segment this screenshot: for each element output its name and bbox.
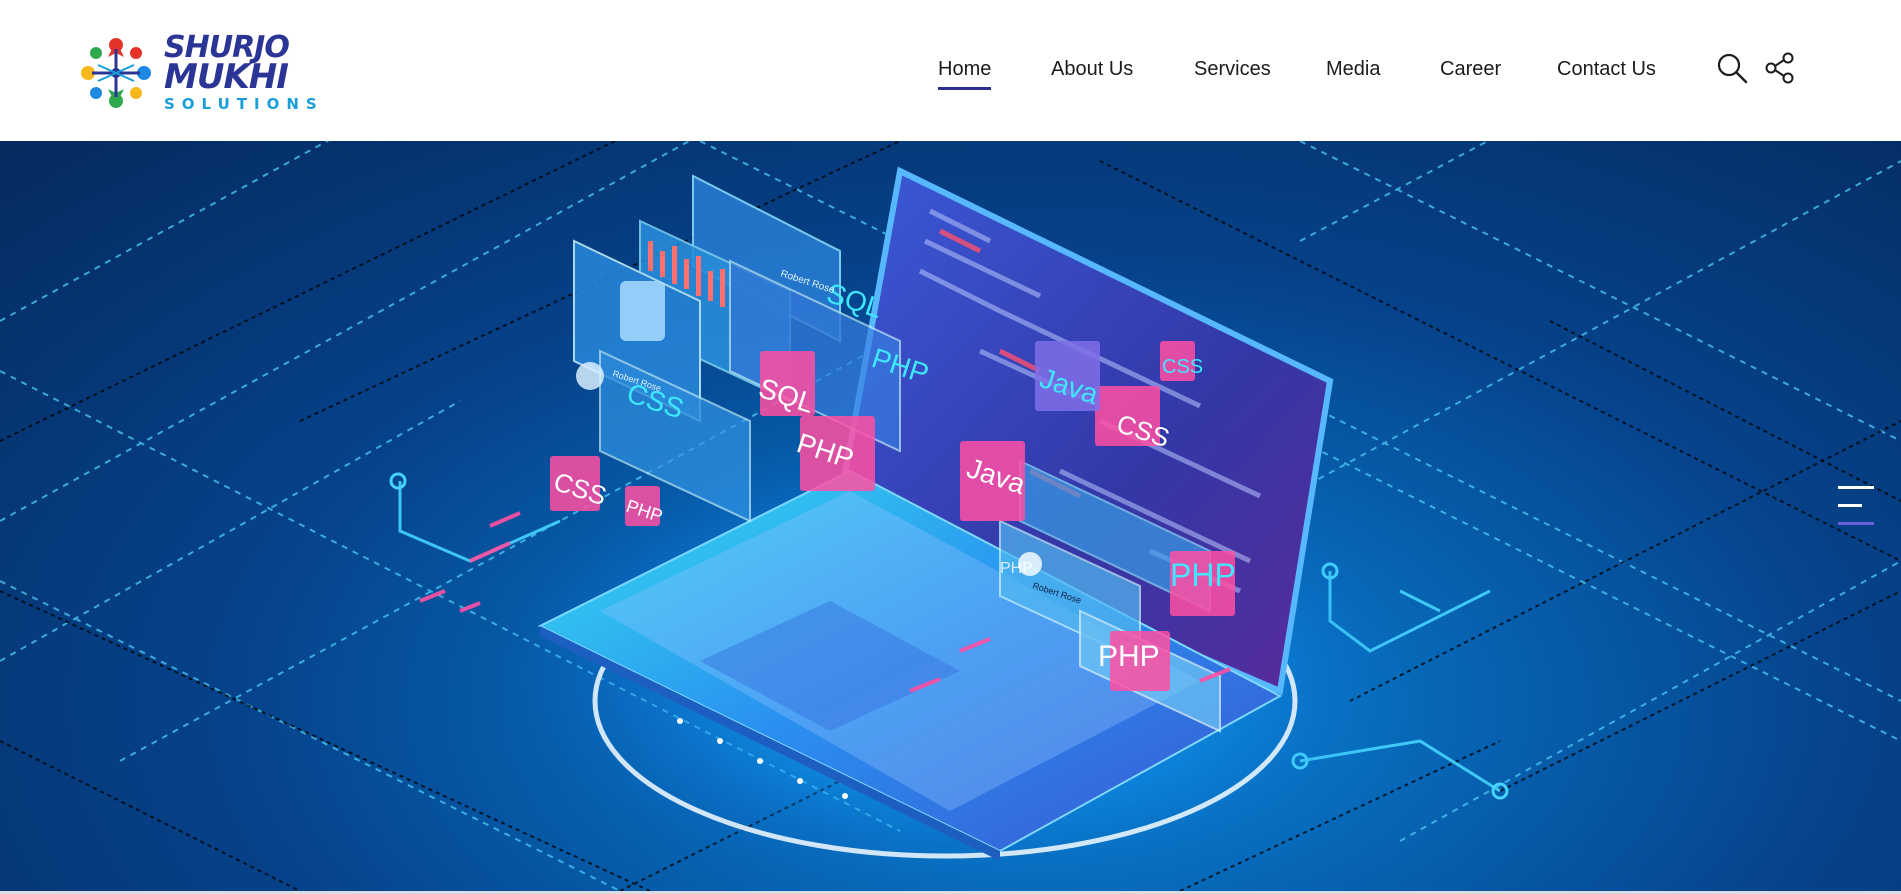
tag-css-1: CSS [1162, 356, 1203, 378]
hero-illustration: SQL PHP Java CSS CSS SQL CSS PHP PHP PHP… [0, 141, 1901, 891]
hamburger-line-1 [1838, 486, 1874, 489]
nav-contact-us[interactable]: Contact Us [1557, 58, 1656, 81]
hamburger-line-3 [1838, 522, 1874, 525]
logo-wordmark: SHURJO MUKHI SOLUTIONS [164, 33, 324, 114]
search-icon[interactable] [1716, 52, 1748, 84]
share-icon[interactable] [1764, 52, 1796, 84]
logo-line-2: MUKHI [164, 57, 289, 97]
nav-home[interactable]: Home [938, 58, 992, 90]
brand-logo[interactable]: SHURJO MUKHI SOLUTIONS [78, 33, 338, 113]
hamburger-line-2 [1838, 504, 1862, 507]
hamburger-menu-icon[interactable] [1836, 486, 1876, 546]
logo-line-3: SOLUTIONS [164, 95, 324, 113]
hero-banner: SQL PHP Java CSS CSS SQL CSS PHP PHP PHP… [0, 141, 1901, 891]
nav-services[interactable]: Services [1194, 58, 1271, 81]
nav-about-us[interactable]: About Us [1051, 58, 1133, 81]
tag-php-6: PHP [1000, 560, 1033, 577]
tag-php-4: PHP [1098, 640, 1160, 673]
nav-media[interactable]: Media [1326, 58, 1380, 81]
site-header: SHURJO MUKHI SOLUTIONS Home About Us Ser… [0, 0, 1901, 141]
nav-career[interactable]: Career [1440, 58, 1501, 81]
logo-mark-icon [81, 38, 151, 108]
tag-php-3: PHP [1170, 557, 1236, 593]
